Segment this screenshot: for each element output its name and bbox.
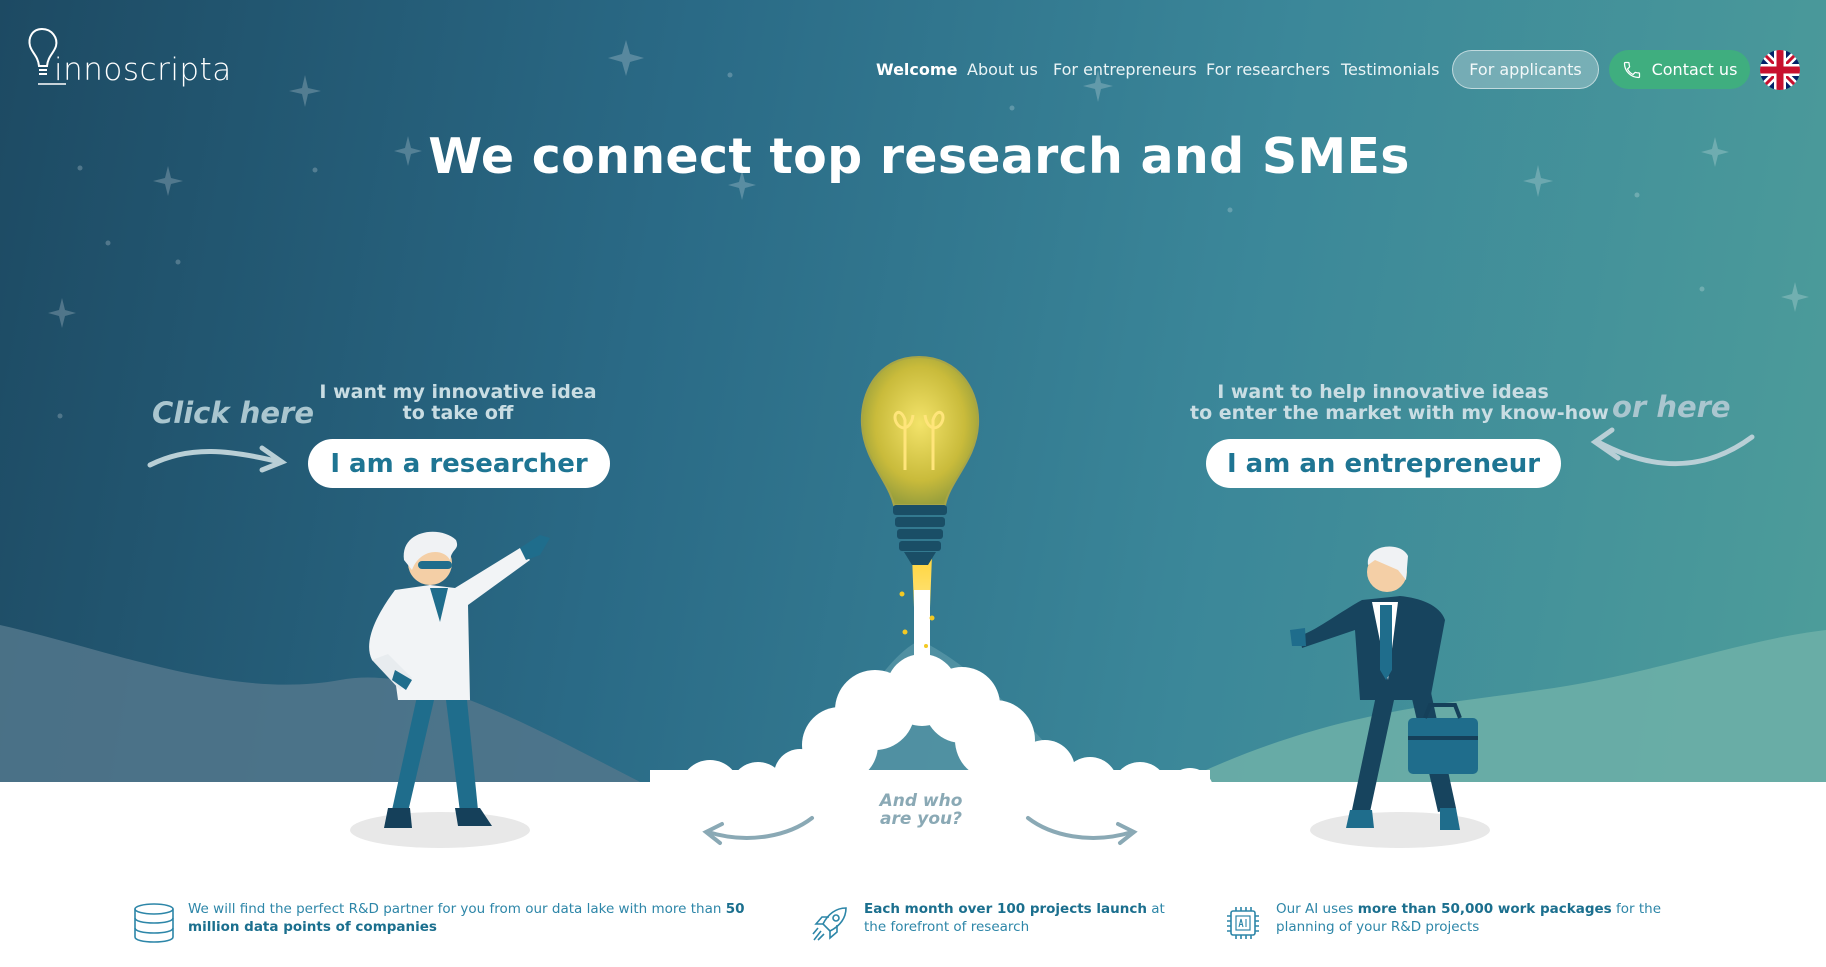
entrepreneur-prompt-line2: to enter the market with my know-how — [1190, 402, 1609, 424]
main-nav: Welcome About us For entrepreneurs For r… — [0, 50, 1826, 90]
entrepreneur-button[interactable]: I am an entrepreneur — [1206, 439, 1561, 488]
nav-for-entrepreneurs[interactable]: For entrepreneurs — [1053, 60, 1197, 79]
who-are-you-question: And who are you? — [856, 792, 986, 828]
phone-icon — [1623, 61, 1640, 78]
feature-projects-launch-text: Each month over 100 projects launch at t… — [864, 900, 1170, 936]
for-applicants-button[interactable]: For applicants — [1452, 50, 1599, 89]
contact-us-button[interactable]: Contact us — [1609, 50, 1750, 89]
hero-section: innoscripta Welcome About us For entrepr… — [0, 0, 1826, 967]
entrepreneur-button-label: I am an entrepreneur — [1226, 448, 1541, 479]
nav-for-researchers[interactable]: For researchers — [1206, 60, 1330, 79]
feature-text-part: Our AI uses — [1276, 901, 1358, 917]
feature-text-part: We will find the perfect R&D partner for… — [188, 901, 726, 917]
feature-projects-launch: Each month over 100 projects launch at t… — [810, 900, 1170, 944]
feature-data-lake: We will find the perfect R&D partner for… — [132, 900, 772, 944]
entrepreneur-prompt-line1: I want to help innovative ideas — [1217, 381, 1549, 403]
researcher-prompt: I want my innovative idea to take off — [318, 382, 598, 424]
ai-chip-icon — [1227, 907, 1259, 939]
feature-ai-work-packages: Our AI uses more than 50,000 work packag… — [1222, 900, 1712, 944]
researcher-prompt-line1: I want my innovative idea — [319, 381, 597, 403]
feature-text-bold: more than 50,000 work packages — [1357, 901, 1612, 917]
contact-us-label: Contact us — [1651, 60, 1738, 79]
click-here-hint: Click here — [152, 396, 315, 430]
question-line2: are you? — [879, 809, 963, 829]
feature-data-lake-text: We will find the perfect R&D partner for… — [188, 900, 772, 936]
rocket-icon — [812, 907, 847, 941]
nav-about-us[interactable]: About us — [967, 60, 1038, 79]
entrepreneur-prompt: I want to help innovative ideas to enter… — [1190, 381, 1609, 424]
researcher-button-label: I am a researcher — [330, 448, 588, 479]
nav-testimonials[interactable]: Testimonials — [1341, 60, 1440, 79]
feature-ai-work-packages-text: Our AI uses more than 50,000 work packag… — [1276, 900, 1712, 936]
page-headline: We connect top research and SMEs — [428, 128, 1410, 185]
question-line1: And who — [879, 791, 963, 811]
nav-welcome[interactable]: Welcome — [876, 60, 957, 79]
or-here-hint: or here — [1612, 390, 1731, 424]
uk-flag-icon[interactable] — [1760, 50, 1800, 90]
for-applicants-label: For applicants — [1469, 60, 1582, 79]
researcher-prompt-line2: to take off — [402, 402, 514, 424]
database-icon — [134, 903, 174, 943]
feature-text-bold: Each month over 100 projects launch — [864, 901, 1147, 917]
researcher-button[interactable]: I am a researcher — [308, 439, 610, 488]
lightbulb-icon — [860, 355, 980, 565]
